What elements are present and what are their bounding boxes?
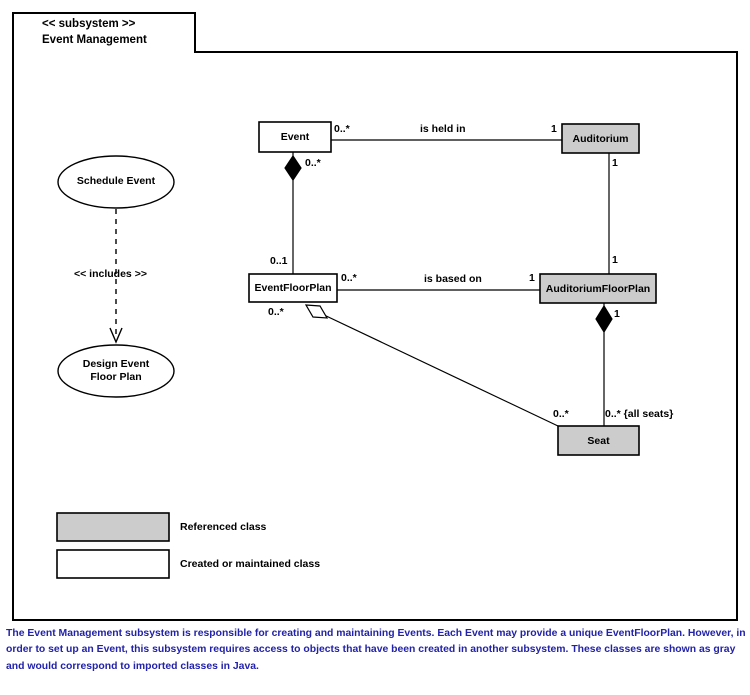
usecase-design-event-floor-plan-label: Design Event Floor Plan	[58, 345, 174, 397]
legend-label-created: Created or maintained class	[180, 558, 321, 570]
legend-label-referenced: Referenced class	[180, 521, 267, 533]
mult-auditorium-to-afp-source: 1	[612, 157, 618, 169]
usecase-design-line1: Design Event	[82, 357, 150, 370]
subsystem-name: Event Management	[42, 33, 147, 46]
legend-swatch-created	[56, 549, 170, 579]
mult-event-to-efp-source: 0..*	[305, 157, 321, 169]
mult-auditorium-to-afp-target: 1	[612, 254, 618, 266]
usecase-schedule-event-text: Schedule Event	[76, 175, 156, 188]
class-label-seat: Seat	[587, 434, 610, 447]
mult-event-to-auditorium-target: 1	[551, 123, 557, 135]
subsystem-stereotype: << subsystem >>	[42, 18, 136, 30]
mult-event-to-auditorium-source: 0..*	[334, 123, 350, 135]
mult-event-to-efp-target: 0..1	[270, 255, 288, 267]
mult-efp-to-seat-target: 0..*	[553, 408, 569, 420]
mult-efp-to-seat-source: 0..*	[268, 306, 284, 318]
mult-afp-to-seat-source: 1	[614, 308, 620, 320]
assoc-name-is-held-in: is held in	[420, 123, 466, 135]
usecase-design-line2: Floor Plan	[90, 371, 142, 383]
diagram-root: << subsystem >> Event Management Schedul…	[0, 0, 750, 695]
class-label-event-floor-plan: EventFloorPlan	[254, 282, 332, 294]
class-label-auditorium-floor-plan: AuditoriumFloorPlan	[545, 282, 651, 295]
class-label-auditorium: Auditorium	[572, 132, 629, 145]
subsystem-title: << subsystem >> Event Management	[42, 17, 147, 48]
mult-efp-to-afp-source: 0..*	[341, 272, 357, 284]
includes-label: << includes >>	[74, 268, 147, 280]
mult-efp-to-afp-target: 1	[529, 272, 535, 284]
legend-swatch-referenced	[56, 512, 170, 542]
mult-afp-to-seat-target: 0..* {all seats}	[605, 408, 674, 420]
assoc-name-is-based-on: is based on	[424, 273, 482, 285]
class-label-event: Event	[280, 131, 310, 143]
figure-caption: The Event Management subsystem is respon…	[6, 628, 746, 672]
usecase-schedule-event-label: Schedule Event	[58, 156, 174, 208]
